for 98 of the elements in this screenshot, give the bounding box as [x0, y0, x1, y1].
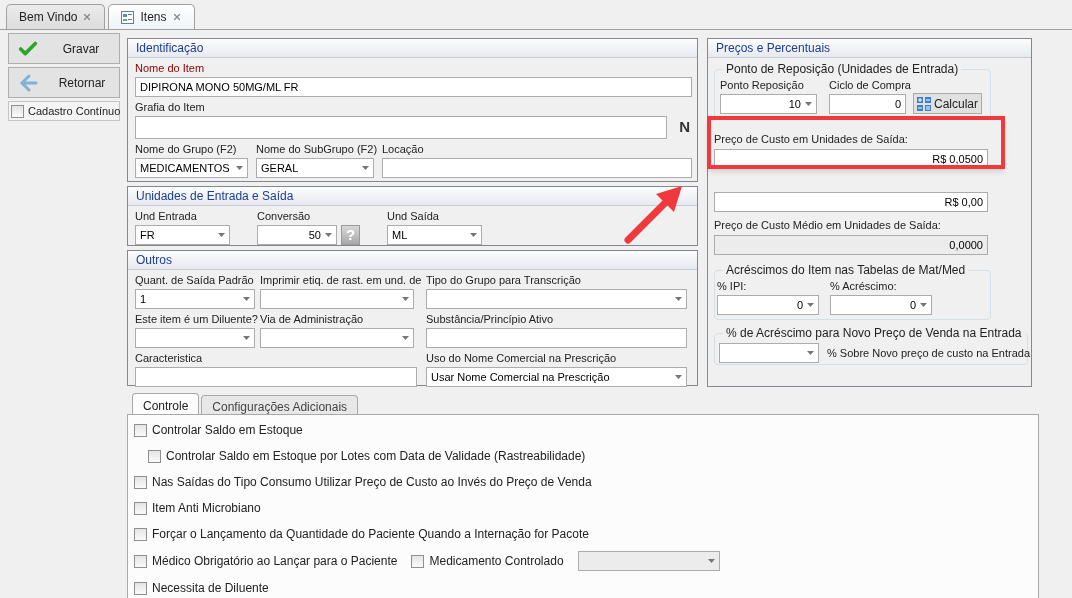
dropdown-field[interactable]: 1	[135, 289, 255, 309]
input-field[interactable]	[135, 116, 668, 139]
field-label: Preço de Custo Médio em Unidades de Saída:	[714, 218, 941, 233]
input-field[interactable]: 0	[829, 94, 906, 114]
dropdown-field[interactable]: 10	[720, 94, 817, 114]
field-label: Und Entrada	[135, 209, 197, 224]
panel-title: Identificação	[128, 39, 697, 58]
dropdown-field[interactable]	[260, 328, 414, 348]
field-label: Nome do Item	[135, 61, 205, 76]
field-label: Substância/Princípio Ativo	[426, 312, 554, 327]
document-tab[interactable]: Bem Vindo	[6, 4, 106, 29]
calculator-icon	[917, 96, 931, 111]
dropdown-arrow-icon	[675, 297, 682, 301]
input-field[interactable]	[382, 158, 692, 178]
dropdown-arrow-icon	[325, 233, 332, 237]
field-label: Conversão	[257, 209, 311, 224]
checkbox-label: Necessita de Diluente	[152, 580, 269, 597]
field-label: % IPI:	[717, 279, 747, 294]
dropdown-arrow-icon	[402, 297, 409, 301]
field-label: Nome do Grupo (F2)	[135, 142, 237, 157]
field-label: Quant. de Saída Padrão	[135, 273, 254, 288]
field-label: % Acréscimo:	[830, 279, 897, 294]
field-label: Nome do SubGrupo (F2)	[256, 142, 378, 157]
checkbox-label: Cadastro Contínuo	[28, 103, 121, 119]
checkbox[interactable]	[134, 423, 147, 437]
checkbox[interactable]	[411, 554, 425, 568]
checkbox-label: Controlar Saldo em Estoque	[152, 422, 303, 439]
dropdown-field[interactable]	[260, 289, 414, 309]
input-field[interactable]	[426, 328, 687, 348]
checkbox-label: Nas Saídas do Tipo Consumo Utilizar Preço de Custo ao Invés do Preço de Venda	[152, 474, 592, 491]
dropdown-arrow-icon	[243, 336, 250, 340]
field-label: Grafia do Item	[135, 100, 205, 115]
field-label: Ciclo de Compra	[829, 78, 911, 93]
dropdown-field[interactable]: 50	[257, 225, 337, 245]
checkbox[interactable]	[134, 475, 147, 489]
checkbox[interactable]	[134, 501, 147, 515]
calculate-button[interactable]: Calcular	[913, 93, 982, 114]
panel-title: Outros	[128, 251, 697, 270]
dropdown-arrow-icon	[807, 351, 814, 355]
input-field[interactable]	[135, 367, 417, 387]
dropdown-field[interactable]: FR	[135, 225, 230, 245]
field-label: Locação	[382, 142, 424, 157]
dropdown-field[interactable]: GERAL	[256, 158, 374, 178]
checkbox-label: Controlar Saldo em Estoque por Lotes com Data de Validade (Rastreabilidade)	[166, 448, 586, 465]
field-label: Este item é um Diluente?	[135, 312, 258, 327]
group-title: % de Acréscimo para Novo Preço de Venda na Entrada	[723, 326, 1025, 341]
dropdown-arrow-icon	[707, 559, 715, 563]
tab[interactable]: Configurações Adicionais	[201, 395, 359, 414]
form-icon	[121, 10, 136, 24]
field-label: Ponto Reposição	[720, 78, 804, 93]
close-icon[interactable]	[171, 12, 182, 22]
panel-title: Unidades de Entrada e Saída	[128, 187, 697, 206]
dropdown-field[interactable]	[719, 343, 819, 363]
dropdown-arrow-icon	[805, 102, 812, 106]
dropdown-field[interactable]	[426, 289, 687, 309]
checkbox[interactable]	[134, 554, 147, 568]
checkbox[interactable]	[148, 449, 161, 463]
panel-title: Preços e Percentuais	[708, 39, 1031, 58]
close-icon[interactable]	[82, 12, 93, 22]
dropdown-arrow-icon	[807, 303, 814, 307]
checkbox-label: Medicamento Controlado	[429, 553, 564, 570]
dropdown-arrow-icon	[402, 336, 409, 340]
field-label: Imprimir etiq. de rast. em und. de	[260, 273, 422, 288]
field-label: Via de Administração	[260, 312, 364, 327]
dropdown-field[interactable]	[135, 328, 255, 348]
format-letter: N	[679, 117, 690, 138]
checkbox[interactable]	[134, 527, 147, 541]
field-label: Und Saída	[387, 209, 439, 224]
checkbox[interactable]	[11, 104, 24, 118]
input-field[interactable]: DIPIRONA MONO 50MG/ML FR	[135, 77, 692, 97]
field-label: Caracteristica	[135, 351, 203, 366]
checkbox-label: Item Anti Microbiano	[152, 500, 261, 517]
field-label: Uso do Nome Comercial na Prescrição	[426, 351, 617, 366]
dropdown-field[interactable]: MEDICAMENTOS	[135, 158, 248, 178]
dropdown-arrow-icon	[675, 375, 682, 379]
checkbox[interactable]	[134, 581, 147, 595]
checkbox-label: Médico Obrigatório ao Lançar para o Paciente	[152, 553, 398, 570]
back-button[interactable]: Retornar	[8, 67, 120, 98]
document-tab[interactable]: Itens	[108, 4, 195, 29]
field-label: Tipo do Grupo para Transcrição	[426, 273, 581, 288]
dropdown-field[interactable]: 0	[830, 295, 932, 315]
pointer-arrow-icon	[622, 184, 684, 246]
dropdown-arrow-icon	[362, 166, 369, 170]
checkbox-label: Forçar o Lançamento da Quantidade do Paciente Quando a Internação for Pacote	[152, 526, 589, 543]
field-label: Preço de Custo em Unidades de Saída:	[714, 132, 908, 147]
save-button[interactable]: Gravar	[8, 33, 120, 64]
dropdown-field[interactable]: 0	[717, 295, 819, 315]
field-label: % Sobre Novo preço de custo na Entrada	[827, 345, 1030, 361]
dropdown-arrow-icon	[218, 233, 225, 237]
dropdown-arrow-icon	[920, 303, 927, 307]
dropdown-arrow-icon	[470, 233, 477, 237]
dropdown-field[interactable]: Usar Nome Comercial na Prescrição	[426, 367, 687, 387]
group-title: Ponto de Reposição (Unidades de Entrada)	[723, 62, 962, 77]
dropdown-field[interactable]: ML	[387, 225, 482, 245]
tab[interactable]: Controle	[132, 393, 200, 414]
dropdown-arrow-icon	[236, 166, 243, 170]
dropdown-arrow-icon	[243, 297, 250, 301]
input-field[interactable]: R$ 0,00	[714, 192, 988, 212]
